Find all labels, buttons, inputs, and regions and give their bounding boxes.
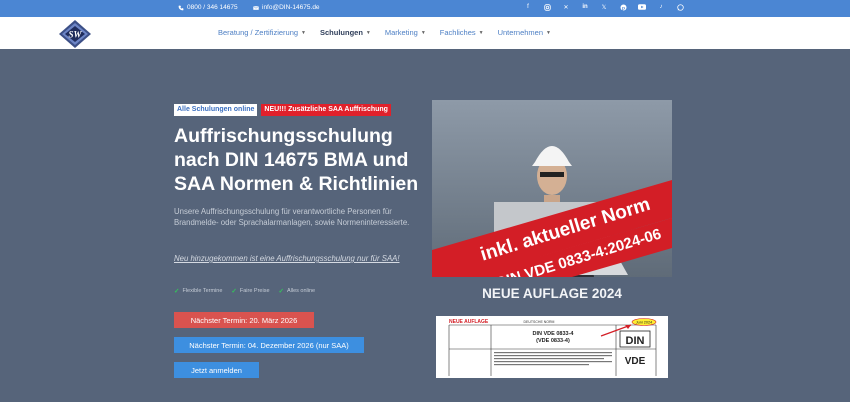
next-date-button[interactable]: Nächster Termin: 20. März 2026 [174,312,314,328]
doc-label-new: NEUE AUFLAGE [449,319,489,325]
top-contact-bar: 0800 / 346 14675 info@DIN-14675.de f ✕ i… [0,0,850,17]
badge-new: NEU!!! Zusätzliche SAA Auffrischung [261,104,391,116]
doc-norm-sub: (VDE 0833-4) [536,338,570,344]
check-icon: ✓ [174,288,180,295]
phone-contact[interactable]: 0800 / 346 14675 [178,4,238,11]
main-navigation: SW Beratung / Zertifizierung ▼ Schulungen… [0,17,850,49]
mail-icon [253,5,259,10]
doc-label-de: DEUTSCHE NORM [524,320,555,324]
hero-photo: inkl. aktueller Norm DIN VDE 0833-4:2024… [432,100,672,277]
feature-item: ✓ Alles online [279,287,316,295]
svg-text:p: p [622,6,625,11]
nav-label: Fachliches [439,28,476,37]
nav-item-marketing[interactable]: Marketing ▼ [385,28,426,37]
document-image: NEUE AUFLAGE DEUTSCHE NORM DIN VDE 0833-… [436,316,668,378]
feature-item: ✓ Faire Preise [231,287,269,295]
engineer-photo-icon: inkl. aktueller Norm DIN VDE 0833-4:2024… [432,100,672,277]
badge-online: Alle Schulungen online [174,104,258,116]
email-contact[interactable]: info@DIN-14675.de [253,4,320,11]
x-icon[interactable]: 𝕏 [600,3,608,11]
pinterest-icon[interactable]: p [619,3,627,11]
instagram-icon[interactable] [543,3,551,11]
doc-date-tag: Juni 2024 [636,321,652,325]
email-address: info@DIN-14675.de [262,4,320,11]
new-edition-heading: NEUE AUFLAGE 2024 [482,286,622,301]
saa-course-link[interactable]: Neu hinzugekommen ist eine Auffrischungs… [174,254,400,263]
nav-label: Beratung / Zertifizierung [218,28,299,37]
menu-bar: Beratung / Zertifizierung ▼ Schulungen ▼ M… [218,28,565,37]
norm-document-preview: NEUE AUFLAGE DEUTSCHE NORM DIN VDE 0833-… [436,316,668,378]
social-icons: f ✕ in 𝕏 p ♪ [524,3,684,11]
feature-label: Alles online [286,288,316,294]
check-icon: ✓ [278,288,284,295]
chevron-down-icon: ▼ [420,29,426,36]
nav-item-beratung[interactable]: Beratung / Zertifizierung ▼ [218,28,306,37]
doc-norm-title: DIN VDE 0833-4 [533,331,575,337]
feature-list: ✓ Flexible Termine ✓ Faire Preise ✓ Alle… [174,287,315,295]
tiktok-icon[interactable]: ♪ [657,3,665,11]
phone-icon [178,5,184,10]
xing-icon[interactable]: ✕ [562,3,570,11]
linkedin-icon[interactable]: in [581,3,589,11]
facebook-icon[interactable]: f [524,3,532,11]
hero-badges: Alle Schulungen online NEU!!! Zusätzlich… [174,104,391,116]
svg-text:SW: SW [68,30,82,40]
next-date-saa-button[interactable]: Nächster Termin: 04. Dezember 2026 (nur … [174,337,364,353]
nav-label: Schulungen [320,28,363,37]
register-button[interactable]: Jetzt anmelden [174,362,259,378]
phone-number: 0800 / 346 14675 [187,4,238,11]
feature-label: Faire Preise [239,288,270,294]
nav-item-unternehmen[interactable]: Unternehmen ▼ [498,28,551,37]
doc-logo-din: DIN [626,335,645,347]
chevron-down-icon: ▼ [301,29,306,36]
hero-description: Unsere Auffrischungsschulung für verantw… [174,207,410,227]
chevron-down-icon: ▼ [365,29,371,36]
nav-item-schulungen[interactable]: Schulungen ▼ [320,28,371,37]
chevron-down-icon: ▼ [478,29,484,36]
nav-label: Marketing [384,28,418,37]
page-title: Auffrischungsschulung nach DIN 14675 BMA… [174,125,419,195]
youtube-icon[interactable] [638,3,646,11]
check-icon: ✓ [231,288,237,295]
sw-logo-icon[interactable]: SW [58,19,92,49]
nav-item-fachliches[interactable]: Fachliches ▼ [440,28,484,37]
feature-label: Flexible Termine [182,288,223,294]
nav-label: Unternehmen [497,28,544,37]
whatsapp-icon[interactable] [676,3,684,11]
chevron-down-icon: ▼ [546,29,551,36]
feature-item: ✓ Flexible Termine [174,287,222,295]
doc-logo-vde: VDE [625,356,646,367]
